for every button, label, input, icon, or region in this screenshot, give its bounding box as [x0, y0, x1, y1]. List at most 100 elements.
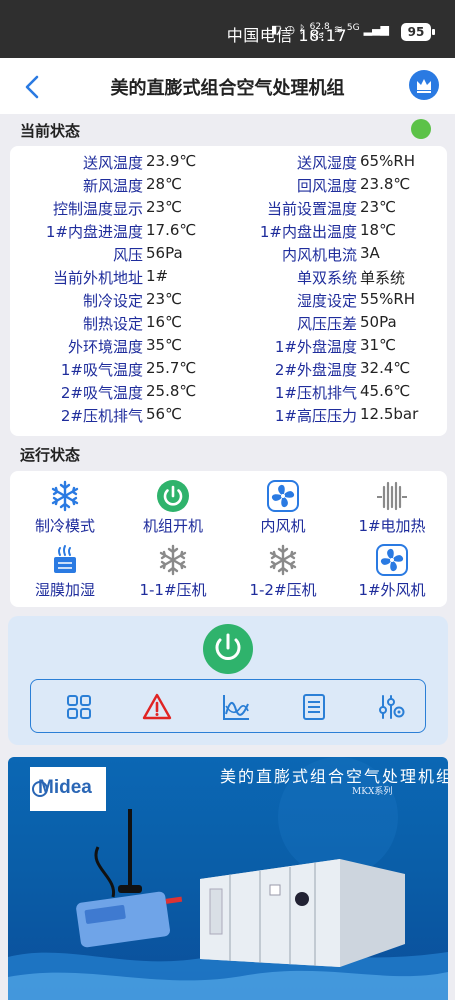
power-icon	[215, 633, 241, 660]
run-item-label: 制冷模式	[34, 517, 95, 535]
param-label: 控制温度显示	[52, 200, 143, 218]
param-row: 送风温度 23.9℃ 送风湿度 65%RH	[10, 152, 447, 175]
snowflake-icon	[51, 480, 79, 512]
humidifier-icon	[54, 545, 76, 573]
battery-tip	[432, 29, 435, 35]
run-item-label: 湿膜加湿	[34, 581, 95, 599]
product-banner: Midea 美的直膨式组合空气处理机组 MKX系列	[8, 757, 448, 1000]
status-params-card: 送风温度 23.9℃ 送风湿度 65%RH 新风温度 28℃ 回风温度 23.8…	[10, 146, 447, 436]
grid-icon	[67, 695, 91, 719]
run-item-label: 内风机	[260, 517, 306, 535]
control-panel	[8, 616, 448, 745]
bluetooth-icon: ᛒ	[299, 23, 306, 36]
list-icon	[303, 694, 325, 720]
status-icons: ◧ ◷ ᛒ 62.8 K/s ≋ 5G ▂▄▆	[271, 23, 389, 41]
param-value: 18℃	[360, 221, 396, 239]
param-value: 23℃	[146, 198, 182, 216]
param-value: 3A	[360, 244, 380, 262]
param-label: 2#外盘温度	[274, 361, 357, 379]
grid-button[interactable]	[64, 692, 94, 722]
param-row: 1#吸气温度 25.7℃ 2#外盘温度 32.4℃	[10, 359, 447, 382]
chart-button[interactable]	[221, 692, 251, 722]
alarm-icon	[142, 693, 172, 720]
param-label: 2#吸气温度	[60, 384, 143, 402]
run-item-label: 1#电加热	[358, 517, 426, 535]
run-item-unit-on: 机组开机	[118, 479, 228, 536]
battery-icon: 95	[401, 23, 431, 41]
param-value: 56℃	[146, 405, 182, 423]
run-item-cooling-mode: 制冷模式	[10, 479, 120, 536]
snowflake-icon	[159, 544, 187, 576]
run-item-wet-film-humidify: 湿膜加湿	[10, 543, 120, 600]
param-label: 当前外机地址	[52, 269, 143, 287]
param-label: 外环境温度	[67, 338, 143, 356]
param-label: 制冷设定	[82, 292, 143, 310]
param-label: 送风温度	[82, 154, 143, 172]
settings-button[interactable]	[376, 692, 406, 722]
param-label: 单双系统	[296, 269, 357, 287]
param-row: 当前外机地址 1# 单双系统 单系统	[10, 267, 447, 290]
param-value: 23.8℃	[360, 175, 411, 193]
param-row: 制冷设定 23℃ 湿度设定 55%RH	[10, 290, 447, 313]
list-button[interactable]	[299, 692, 329, 722]
system-status-bar: 中国电信 18:17 ◧ ◷ ᛒ 62.8 K/s ≋ 5G ▂▄▆ 95	[0, 0, 455, 58]
net-speed: 62.8 K/s	[309, 22, 330, 41]
run-status-card: 制冷模式 机组开机 内风机 1#电加热 湿膜加湿 1-1#压机 1-2#压机 1…	[10, 471, 447, 607]
run-item-outdoor-fan-1: 1#外风机	[337, 543, 447, 600]
run-item-electric-heater: 1#电加热	[337, 479, 447, 536]
param-value: 12.5bar	[360, 405, 419, 423]
snowflake-icon	[269, 544, 297, 576]
run-item-indoor-fan: 内风机	[228, 479, 338, 536]
crown-icon	[417, 79, 431, 93]
param-value: 23℃	[146, 290, 182, 308]
status-indicator	[411, 119, 431, 139]
param-label: 内风机电流	[281, 246, 357, 264]
param-value: 1#	[146, 267, 169, 285]
param-value: 31℃	[360, 336, 396, 354]
alarm-button[interactable]	[142, 692, 172, 722]
run-item-label: 机组开机	[142, 517, 203, 535]
param-row: 制热设定 16℃ 风压压差 50Pa	[10, 313, 447, 336]
run-item-compressor-1-1: 1-1#压机	[118, 543, 228, 600]
param-label: 2#压机排气	[60, 407, 143, 425]
function-toolbar	[30, 679, 426, 733]
param-value: 25.7℃	[146, 359, 197, 377]
chart-icon	[223, 695, 249, 720]
param-value: 23.9℃	[146, 152, 197, 170]
param-value: 23℃	[360, 198, 396, 216]
param-value: 28℃	[146, 175, 182, 193]
nav-bar: 美的直膨式组合空气处理机组	[0, 58, 455, 114]
param-row: 控制温度显示 23℃ 当前设置温度 23℃	[10, 198, 447, 221]
param-value: 32.4℃	[360, 359, 411, 377]
param-label: 风压压差	[296, 315, 357, 333]
param-label: 1#内盘出温度	[259, 223, 357, 241]
param-label: 送风湿度	[296, 154, 357, 172]
heater-icon	[377, 481, 407, 511]
param-row: 新风温度 28℃ 回风温度 23.8℃	[10, 175, 447, 198]
vip-button[interactable]	[409, 70, 439, 100]
param-label: 湿度设定	[296, 292, 357, 310]
run-item-label: 1#外风机	[358, 581, 426, 599]
param-value: 50Pa	[360, 313, 397, 331]
param-label: 1#压机排气	[274, 384, 357, 402]
run-status-heading: 运行状态	[20, 446, 81, 464]
param-label: 1#吸气温度	[60, 361, 143, 379]
current-status-heading: 当前状态	[20, 122, 81, 140]
param-value: 65%RH	[360, 152, 416, 170]
banner-title: 美的直膨式组合空气处理机组	[220, 767, 448, 786]
param-label: 1#外盘温度	[274, 338, 357, 356]
param-label: 制热设定	[82, 315, 143, 333]
param-label: 风压	[112, 246, 143, 264]
signal-icon: ▂▄▆	[363, 23, 389, 36]
power-button[interactable]	[203, 624, 253, 674]
settings-icon	[379, 695, 405, 719]
alarm-clock-icon: ◷	[285, 23, 296, 36]
param-value: 55%RH	[360, 290, 416, 308]
param-row: 1#内盘进温度 17.6℃ 1#内盘出温度 18℃	[10, 221, 447, 244]
param-row: 外环境温度 35℃ 1#外盘温度 31℃	[10, 336, 447, 359]
page-title: 美的直膨式组合空气处理机组	[110, 78, 345, 99]
param-value: 56Pa	[146, 244, 183, 262]
param-label: 1#高压压力	[274, 407, 357, 425]
param-value: 25.8℃	[146, 382, 197, 400]
param-value: 17.6℃	[146, 221, 197, 239]
